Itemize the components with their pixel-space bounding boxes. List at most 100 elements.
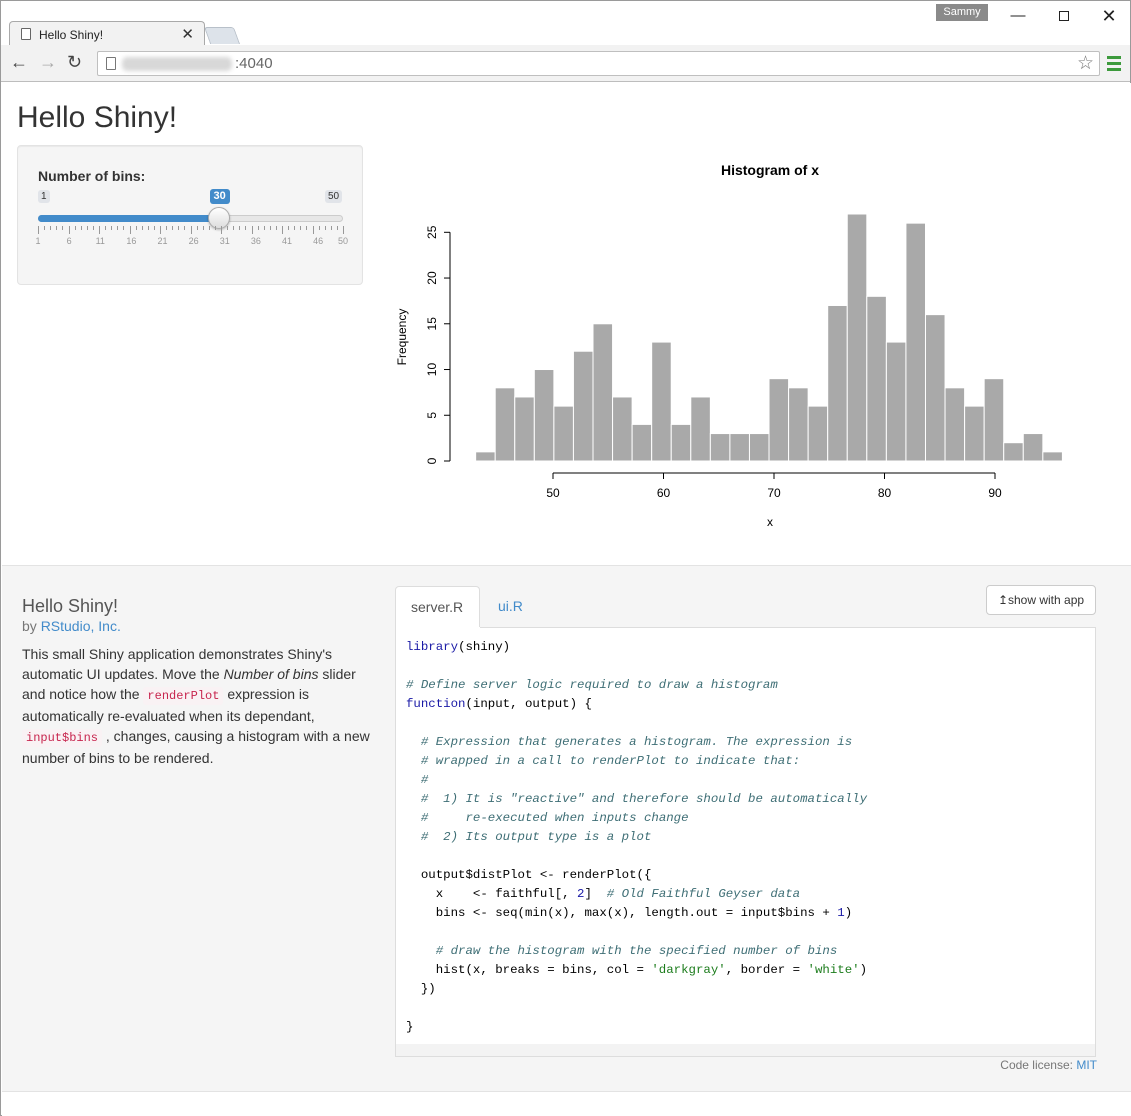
bookmark-star-icon[interactable]: ☆ [1077, 52, 1094, 75]
histogram-bar [1022, 433, 1044, 462]
code-line: # [420, 773, 429, 787]
histogram-bar [612, 396, 633, 462]
code-line: bins <- seq(min(x), max(x), length.out =… [406, 906, 853, 920]
app-meta-author: by RStudio, Inc. [22, 618, 121, 634]
new-tab-button[interactable] [203, 27, 241, 44]
x-tick-label: 70 [767, 486, 781, 500]
y-tick-label: 5 [425, 412, 439, 419]
close-window-button[interactable]: ✕ [1094, 5, 1124, 27]
slider-tick [68, 226, 70, 234]
maximize-button[interactable] [1049, 5, 1079, 27]
histogram-bar [592, 323, 614, 462]
license-label: Code license: [1000, 1058, 1077, 1072]
histogram-bar [846, 213, 868, 462]
slider-tick-label: 11 [95, 236, 105, 246]
page-title: Hello Shiny! [17, 101, 178, 134]
slider-tick-label: 1 [35, 236, 41, 246]
slider-tick [239, 226, 241, 230]
slider-tick [318, 226, 320, 230]
histogram-bar [788, 387, 809, 462]
browser-window: Hello Shiny! ✕ Sammy — ✕ ← → ↻ :4040 ☆ H… [0, 0, 1131, 1116]
histogram-bar [729, 433, 750, 462]
slider-tick [330, 226, 332, 230]
code-line: hist(x, breaks = bins, col = 'darkgray',… [406, 963, 868, 977]
slider-tick [160, 226, 161, 234]
menu-icon[interactable] [1107, 56, 1121, 74]
x-tick-label: 60 [657, 486, 671, 500]
y-tick-label: 15 [425, 317, 439, 331]
code-line: # Expression that generates a histogram.… [420, 735, 853, 749]
histogram-plot: Histogram of x 50 60 70 80 90 x 0 5 10 15 20 25 Frequ… [395, 162, 1063, 529]
x-tick-label: 80 [878, 486, 892, 500]
slider-value-label: 30 [209, 189, 230, 204]
slider-tick [196, 226, 198, 230]
profile-badge[interactable]: Sammy [936, 4, 988, 21]
code-line: # 1) It is "reactive" and therefore shou… [420, 792, 868, 806]
histogram-bar [553, 405, 574, 462]
slider-tick [233, 226, 235, 230]
slider-tick [153, 226, 155, 230]
slider-fill [38, 215, 219, 222]
slider-tick [214, 226, 216, 230]
browser-tab[interactable]: Hello Shiny! ✕ [9, 21, 205, 46]
histogram-bar [944, 387, 966, 462]
license-link[interactable]: MIT [1076, 1058, 1097, 1072]
histogram-bar [807, 405, 829, 462]
histogram-bar [964, 405, 985, 462]
slider-tick [135, 226, 137, 230]
tab-ui-r[interactable]: ui.R [483, 586, 543, 628]
minimize-button[interactable]: — [1003, 5, 1033, 27]
code-line: # draw the histogram with the specified … [435, 944, 838, 958]
slider-tick [74, 226, 76, 230]
showcase-panel: Hello Shiny! by RStudio, Inc. This small… [2, 565, 1131, 1092]
tab-server-r[interactable]: server.R [395, 586, 480, 628]
chart-title: Histogram of x [721, 162, 819, 178]
back-icon[interactable]: ← [10, 52, 28, 73]
x-tick-label: 90 [988, 486, 1002, 500]
tab-close-icon[interactable]: ✕ [181, 25, 194, 43]
slider-tick [141, 226, 143, 230]
slider-tick [111, 226, 113, 230]
tab-title: Hello Shiny! [39, 28, 104, 42]
slider-tick-label: 16 [126, 236, 137, 246]
author-link[interactable]: RStudio, Inc. [41, 618, 121, 634]
slider-tick [282, 226, 283, 234]
horizontal-scrollbar[interactable] [396, 1044, 1095, 1056]
slider-tick [44, 226, 46, 230]
page-content: Hello Shiny! Number of bins: 1 50 30 161… [2, 83, 1131, 1116]
histogram-bar [866, 295, 887, 462]
histogram-bar [690, 396, 711, 462]
slider-max-label: 50 [325, 190, 343, 203]
forward-icon[interactable]: → [39, 52, 57, 73]
histogram-bar [572, 350, 594, 462]
reload-icon[interactable]: ↻ [67, 52, 82, 73]
code-line: } [406, 1020, 414, 1034]
slider-tick [336, 226, 338, 230]
browser-toolbar: ← → ↻ :4040 ☆ [1, 45, 1130, 82]
page-icon [21, 28, 31, 40]
redacted-host [122, 57, 232, 71]
code-line: # re-executed when inputs change [420, 811, 689, 825]
y-tick-label: 10 [425, 363, 439, 377]
url-text: :4040 [235, 55, 273, 72]
histogram-bar [533, 369, 555, 462]
slider-tick [99, 226, 100, 234]
sidebar-panel: Number of bins: 1 50 30 1 6 11 16 21 26 31 36 41… [17, 145, 363, 285]
address-bar[interactable]: :4040 ☆ [97, 51, 1100, 76]
y-axis-label: Frequency [395, 309, 409, 366]
by-label: by [22, 618, 41, 634]
histogram-bar [651, 341, 672, 462]
code-line: x <- faithful[, 2] # Old Faithful Geyser… [406, 887, 801, 901]
title-bar: Hello Shiny! ✕ Sammy — ✕ [1, 1, 1130, 46]
code-line: library(shiny) [406, 640, 511, 654]
maximize-icon [1059, 11, 1069, 21]
slider-tick [300, 226, 302, 230]
show-with-app-button[interactable]: ↥show with app [986, 585, 1096, 615]
y-tick-label: 0 [425, 457, 439, 464]
histogram-bar [768, 378, 790, 462]
slider-tick [178, 226, 180, 230]
y-tick-label: 25 [425, 225, 439, 239]
slider-tick [275, 226, 277, 230]
slider-tick [62, 226, 64, 230]
slider-tick [184, 226, 186, 230]
